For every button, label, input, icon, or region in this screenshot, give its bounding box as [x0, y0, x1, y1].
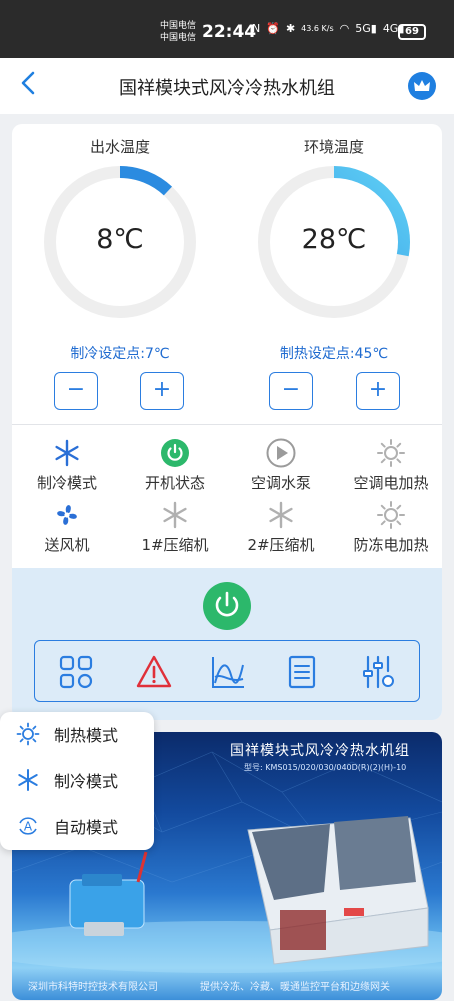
snowflake-icon [269, 501, 293, 529]
svg-text:A: A [24, 820, 33, 834]
status-bar: 中国电信 中国电信 22:44 N ⏰ ✱ 43.6 K/s ◠ 5G▮ 4G▮… [0, 0, 454, 58]
status-compressor-1: 1#压缩机 [120, 500, 230, 555]
status-label: 防冻电加热 [353, 536, 429, 554]
cooling-plus-button[interactable]: + [140, 372, 184, 410]
chiller-unit [247, 816, 429, 965]
status-power: 开机状态 [120, 438, 230, 493]
sliders-icon[interactable] [359, 653, 397, 691]
heating-plus-button[interactable]: + [356, 372, 400, 410]
mode-label: 自动模式 [54, 818, 119, 837]
status-label: 空调水泵 [250, 474, 311, 492]
status-label: 送风机 [44, 536, 90, 554]
mode-label: 制冷模式 [54, 772, 119, 791]
nfc-icon: N [252, 22, 261, 35]
snowflake-icon [55, 439, 79, 467]
gateway-device [69, 851, 148, 936]
status-compressor-2: 2#压缩机 [226, 500, 336, 555]
carrier-2: 中国电信 [160, 33, 197, 43]
status-icons: N ⏰ ✱ 43.6 K/s ◠ 5G▮ 4G▮ [252, 22, 404, 35]
app-header: 国祥模块式风冷冷热水机组 [0, 58, 454, 114]
status-label: 制冷模式 [36, 474, 97, 492]
carrier-1: 中国电信 [160, 21, 197, 31]
mode-label: 制热模式 [54, 726, 119, 745]
banner-title: 国祥模块式风冷冷热水机组 [230, 743, 410, 759]
network-speed: 43.6 K/s [301, 24, 334, 33]
status-label: 1#压缩机 [141, 536, 209, 554]
bluetooth-icon: ✱ [285, 22, 296, 35]
power-icon [215, 591, 239, 617]
status-label: 开机状态 [144, 474, 205, 492]
heating-minus-button[interactable]: − [269, 372, 313, 410]
mode-auto-item[interactable]: A 自动模式 [16, 812, 118, 840]
power-on-icon [161, 439, 189, 467]
snowflake-icon [18, 769, 38, 791]
status-water-pump: 空调水泵 [226, 438, 336, 493]
mode-menu: 制热模式 制冷模式 A 自动模式 [0, 712, 154, 850]
cooling-minus-button[interactable]: − [54, 372, 98, 410]
grid-icon[interactable] [57, 653, 95, 691]
banner-slogan: 提供冷冻、冷藏、暖通监控平台和边缘网关 [200, 982, 390, 993]
banner-model: 型号: KMS015/020/030/040D(R)(2)(H)-10 [244, 763, 407, 772]
status-label: 2#压缩机 [247, 536, 315, 554]
sun-icon [377, 501, 405, 529]
pump-play-icon [266, 438, 296, 468]
wifi-icon: ◠ [339, 22, 350, 35]
banner-company: 深圳市科特时控技术有限公司 [28, 982, 158, 993]
alarm-icon: ⏰ [266, 22, 280, 35]
chart-icon[interactable] [209, 653, 247, 691]
main-card: 出水温度 8℃ 环境温度 28℃ 制冷设定点:7℃ − + 制热设定点:45℃ … [12, 124, 442, 720]
power-button[interactable] [203, 582, 251, 630]
status-antifreeze-heater: 防冻电加热 [336, 500, 442, 555]
carrier-names: 中国电信 中国电信 [160, 20, 196, 44]
snowflake-icon [163, 501, 187, 529]
control-panel [12, 568, 442, 720]
sun-icon [377, 439, 405, 467]
status-label: 空调电加热 [353, 474, 429, 492]
crown-icon[interactable] [408, 72, 436, 100]
mode-cooling-item[interactable]: 制冷模式 [16, 766, 118, 794]
heating-setpoint-label[interactable]: 制热设定点:45℃ [244, 343, 424, 363]
warning-icon[interactable] [135, 653, 173, 691]
status-blower: 送风机 [12, 500, 122, 555]
function-toolbar [34, 640, 420, 702]
battery-indicator: 69 [398, 24, 426, 40]
divider [12, 424, 442, 425]
ambient-temp-value: 28℃ [301, 224, 367, 255]
page-title: 国祥模块式风冷冷热水机组 [119, 78, 335, 99]
auto-icon: A [19, 817, 37, 835]
status-ac-heater: 空调电加热 [336, 438, 442, 493]
clock: 22:44 [202, 22, 257, 42]
outlet-temp-label: 出水温度 [89, 138, 150, 156]
signal-5g-icon: 5G▮ [355, 22, 377, 35]
sun-icon [16, 722, 40, 746]
mode-heating-item[interactable]: 制热模式 [16, 720, 118, 748]
fan-icon [57, 505, 77, 525]
list-icon[interactable] [283, 653, 321, 691]
cooling-setpoint-label[interactable]: 制冷设定点:7℃ [30, 343, 210, 363]
status-cooling-mode: 制冷模式 [12, 438, 122, 493]
ambient-temp-label: 环境温度 [303, 138, 364, 156]
outlet-temp-value: 8℃ [96, 224, 144, 255]
